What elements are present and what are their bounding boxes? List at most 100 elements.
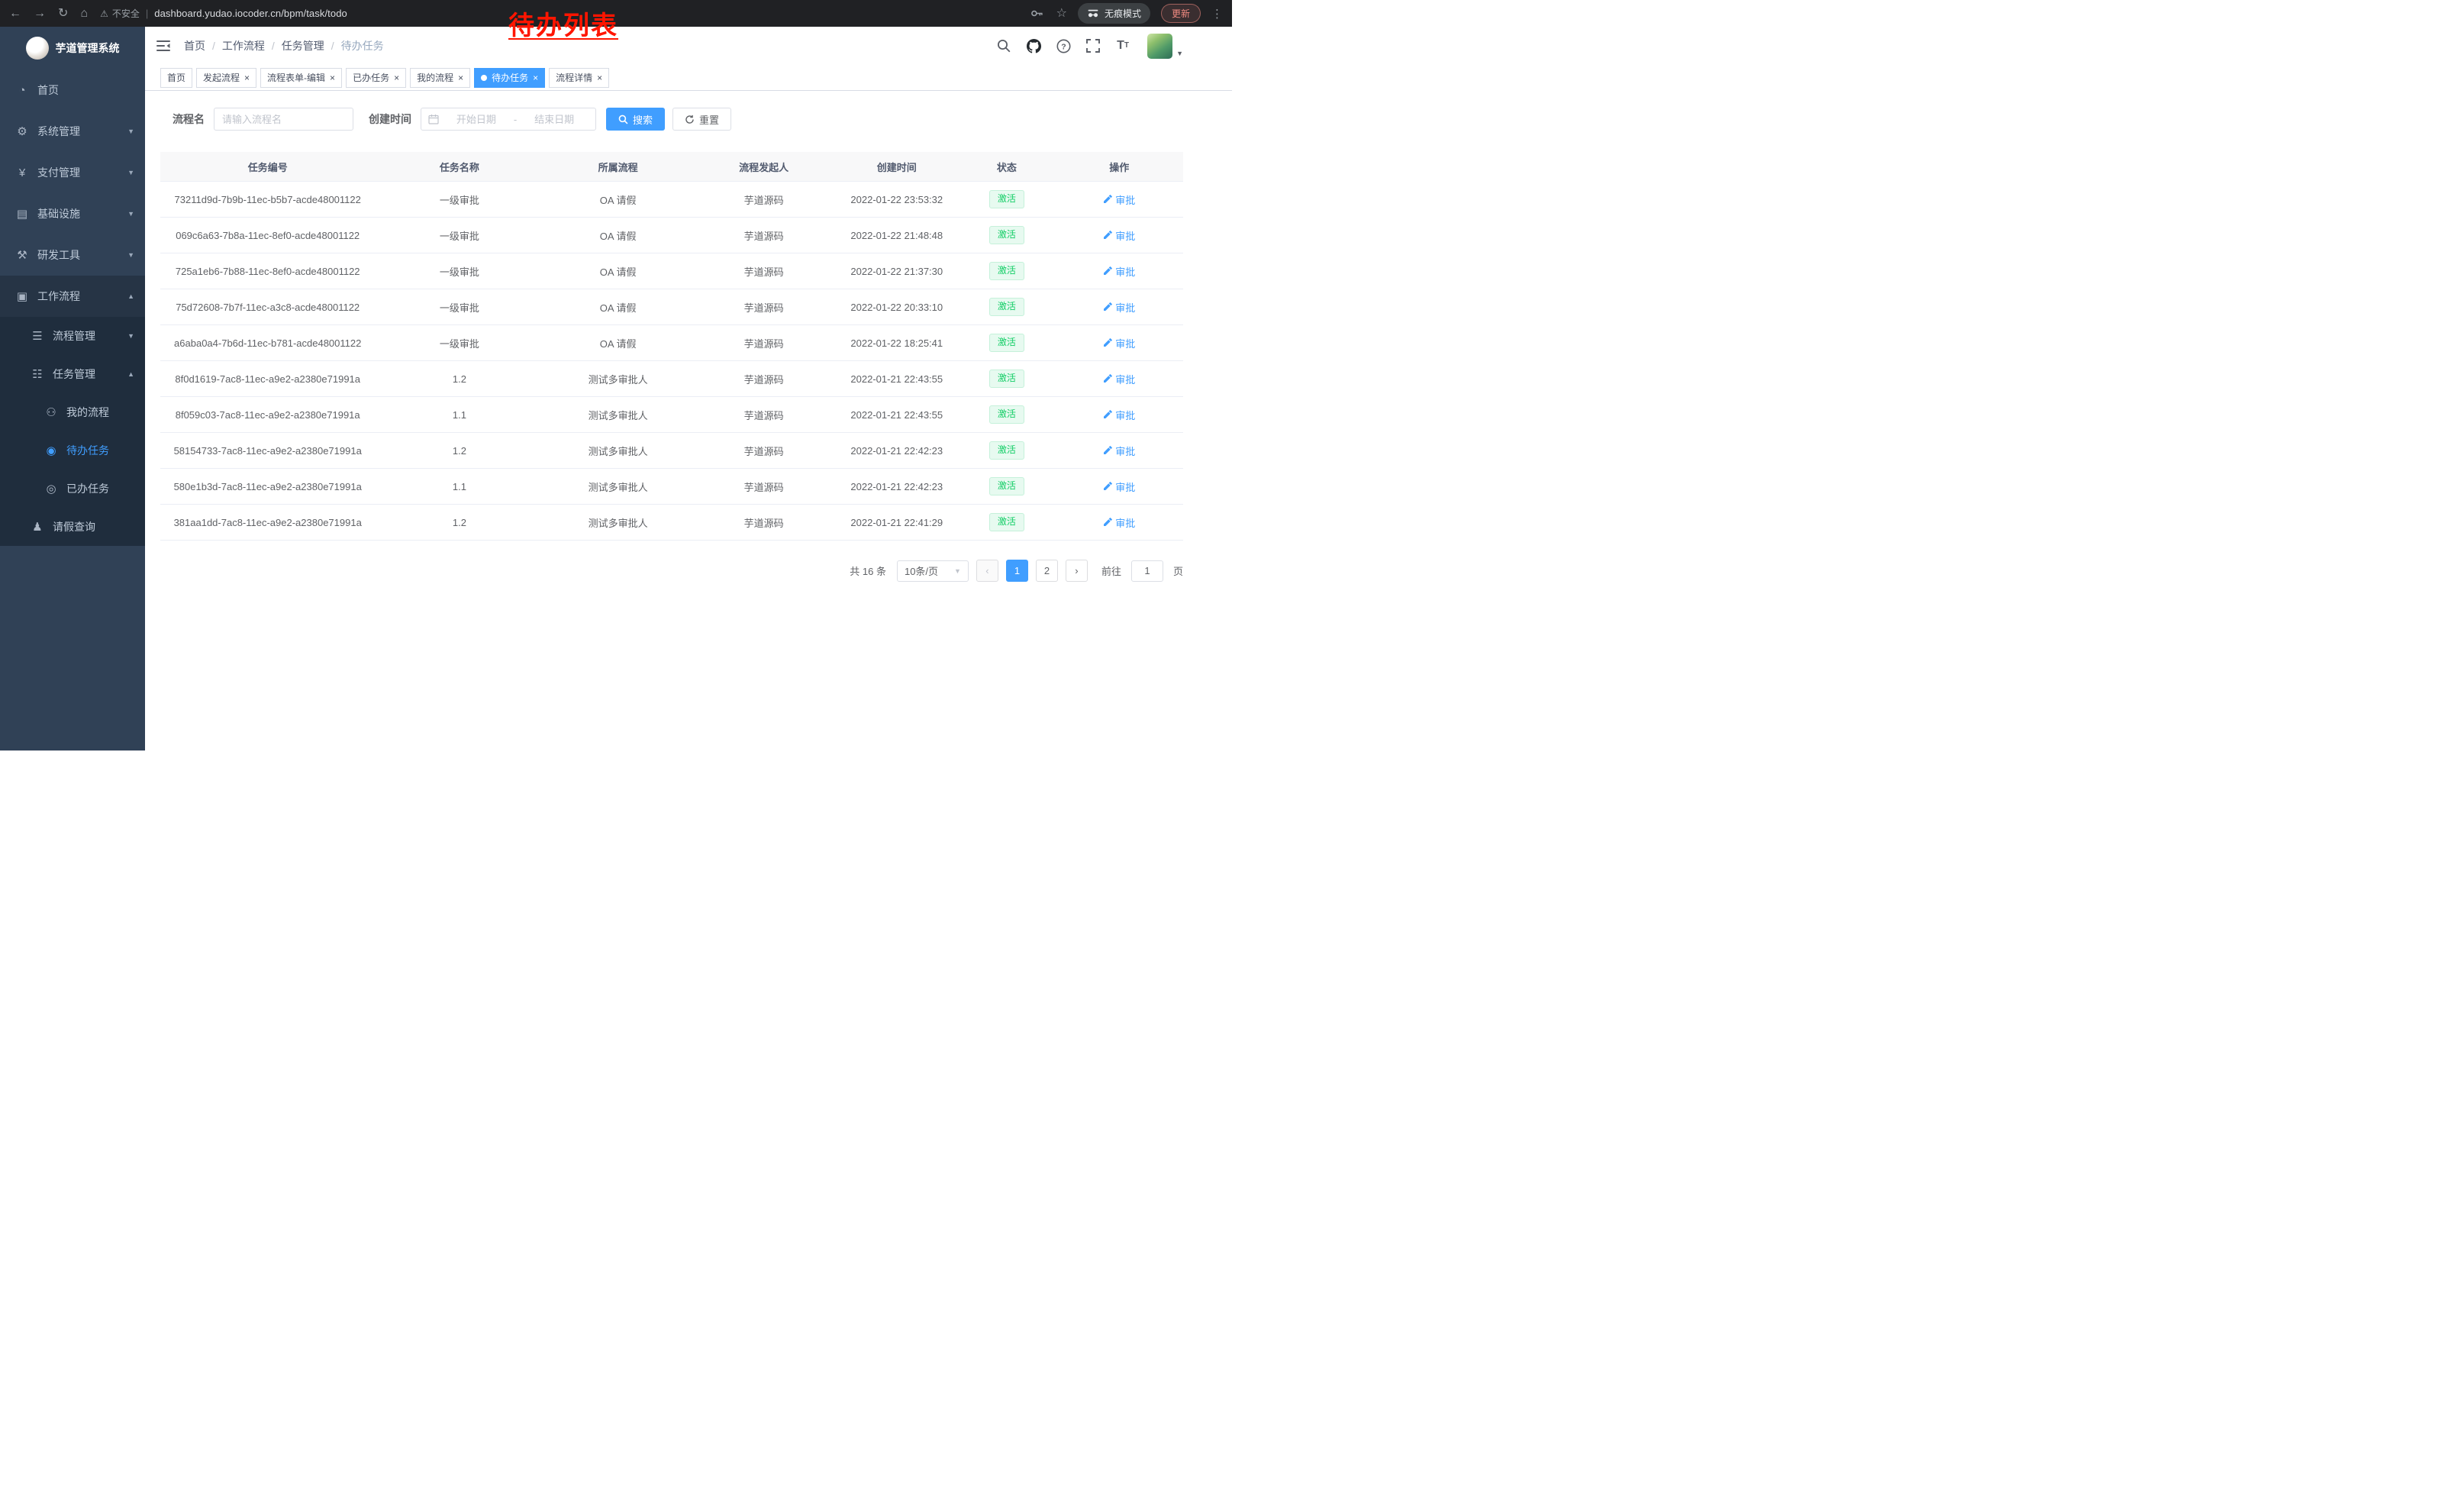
leave-query-icon: ♟ — [31, 520, 44, 534]
address-bar[interactable]: ⚠ 不安全 | dashboard.yudao.iocoder.cn/bpm/t… — [100, 7, 347, 20]
table-row: 381aa1dd-7ac8-11ec-a9e2-a2380e71991a 1.2… — [160, 505, 1183, 541]
search-button[interactable]: 搜索 — [606, 108, 665, 131]
cell-initiator: 芋道源码 — [692, 264, 836, 279]
bookmark-star-icon[interactable]: ☆ — [1056, 8, 1067, 20]
browser-refresh-button[interactable]: ↻ — [58, 8, 68, 20]
browser-home-button[interactable]: ⌂ — [80, 8, 88, 20]
col-initiator: 流程发起人 — [692, 160, 836, 174]
avatar[interactable] — [1147, 34, 1172, 59]
date-range-picker[interactable]: - — [421, 108, 596, 131]
breadcrumb-home[interactable]: 首页 — [184, 38, 205, 53]
page-button-2[interactable]: 2 — [1036, 560, 1058, 582]
goto-page-input[interactable] — [1131, 560, 1163, 582]
sidebar-item-workflow[interactable]: ▣ 工作流程 ▲ — [0, 276, 145, 317]
page-size-select[interactable]: 10条/页 ▼ — [897, 560, 969, 582]
reset-button[interactable]: 重置 — [672, 108, 731, 131]
status-badge: 激活 — [989, 513, 1024, 531]
cell-task-name: 一级审批 — [375, 228, 543, 243]
payment-icon: ¥ — [15, 166, 29, 179]
approve-link[interactable]: 审批 — [1103, 372, 1135, 386]
process-name-label: 流程名 — [173, 111, 205, 127]
chevron-down-icon: ▼ — [127, 251, 134, 259]
tab-start-process[interactable]: 发起流程 × — [196, 68, 256, 88]
approve-link[interactable]: 审批 — [1103, 444, 1135, 458]
approve-link[interactable]: 审批 — [1103, 228, 1135, 243]
approve-link[interactable]: 审批 — [1103, 515, 1135, 530]
approve-link[interactable]: 审批 — [1103, 408, 1135, 422]
user-menu[interactable]: ▼ — [1147, 34, 1183, 59]
app-title: 芋道管理系统 — [56, 40, 120, 56]
app-logo[interactable]: 芋道管理系统 — [0, 27, 145, 69]
close-icon[interactable]: × — [330, 73, 335, 82]
sidebar-item-todo-task[interactable]: ◉ 待办任务 — [0, 431, 145, 470]
font-size-icon[interactable]: TT — [1114, 37, 1131, 54]
cell-initiator: 芋道源码 — [692, 408, 836, 422]
sidebar-item-task-management[interactable]: ☷ 任务管理 ▲ — [0, 355, 145, 393]
tags-view-bar: 首页 发起流程 × 流程表单-编辑 × 已办任务 × 我的流程 × 待办任务 × — [145, 65, 1232, 91]
approve-link[interactable]: 审批 — [1103, 300, 1135, 315]
active-dot-icon — [481, 75, 487, 81]
sidebar-item-leave-query[interactable]: ♟ 请假查询 — [0, 508, 145, 546]
browser-forward-button[interactable]: → — [34, 8, 46, 20]
cell-created-time: 2022-01-22 20:33:10 — [835, 302, 958, 313]
cell-process: OA 请假 — [543, 192, 692, 207]
close-icon[interactable]: × — [458, 73, 463, 82]
sidebar-item-payment-management[interactable]: ¥ 支付管理 ▼ — [0, 152, 145, 193]
search-icon[interactable] — [995, 37, 1012, 54]
caret-down-icon[interactable]: ▼ — [1176, 50, 1183, 59]
cell-process: OA 请假 — [543, 264, 692, 279]
sidebar-item-home[interactable]: ◔ 首页 — [0, 69, 145, 111]
end-date-input[interactable] — [520, 114, 589, 125]
approve-link[interactable]: 审批 — [1103, 336, 1135, 350]
table-row: a6aba0a4-7b6d-11ec-b781-acde48001122 一级审… — [160, 325, 1183, 361]
table-row: 580e1b3d-7ac8-11ec-a9e2-a2380e71991a 1.1… — [160, 469, 1183, 505]
tab-process-form-edit[interactable]: 流程表单-编辑 × — [260, 68, 342, 88]
breadcrumb-workflow[interactable]: 工作流程 — [222, 38, 265, 53]
help-icon[interactable]: ? — [1055, 37, 1072, 54]
col-task-name: 任务名称 — [375, 160, 543, 174]
sidebar-item-system-management[interactable]: ⚙ 系统管理 ▼ — [0, 111, 145, 152]
status-badge: 激活 — [989, 477, 1024, 495]
close-icon[interactable]: × — [597, 73, 602, 82]
start-date-input[interactable] — [442, 114, 511, 125]
close-icon[interactable]: × — [394, 73, 399, 82]
table-body: 73211d9d-7b9b-11ec-b5b7-acde48001122 一级审… — [160, 182, 1183, 541]
process-management-icon: ☰ — [31, 329, 44, 343]
sidebar-item-my-process[interactable]: ⚇ 我的流程 — [0, 393, 145, 431]
close-icon[interactable]: × — [244, 73, 250, 82]
prev-page-button[interactable]: ‹ — [976, 560, 998, 582]
sidebar-collapse-icon[interactable] — [156, 40, 170, 52]
page-button-1[interactable]: 1 — [1006, 560, 1028, 582]
address-divider: | — [146, 8, 148, 19]
workflow-icon: ▣ — [15, 289, 29, 303]
github-icon[interactable] — [1025, 37, 1042, 54]
breadcrumb-task-management[interactable]: 任务管理 — [282, 38, 324, 53]
url-text: dashboard.yudao.iocoder.cn/bpm/task/todo — [154, 8, 347, 19]
browser-back-button[interactable]: ← — [9, 8, 21, 20]
goto-label: 前往 — [1101, 563, 1121, 578]
password-key-icon[interactable] — [1029, 5, 1046, 22]
tab-process-detail[interactable]: 流程详情 × — [549, 68, 609, 88]
approve-link[interactable]: 审批 — [1103, 479, 1135, 494]
tab-done-task[interactable]: 已办任务 × — [346, 68, 406, 88]
approve-link[interactable]: 审批 — [1103, 192, 1135, 207]
cell-task-name: 1.2 — [375, 445, 543, 457]
top-navbar: 首页 / 工作流程 / 任务管理 / 待办任务 ? — [145, 27, 1232, 65]
approve-link[interactable]: 审批 — [1103, 264, 1135, 279]
col-created-time: 创建时间 — [835, 160, 958, 174]
process-name-input[interactable] — [214, 108, 353, 131]
tab-my-process[interactable]: 我的流程 × — [410, 68, 470, 88]
warning-icon: ⚠ — [100, 8, 108, 19]
browser-update-button[interactable]: 更新 — [1161, 4, 1201, 23]
tab-todo-task[interactable]: 待办任务 × — [474, 68, 545, 88]
close-icon[interactable]: × — [533, 73, 538, 82]
search-icon — [618, 115, 628, 124]
browser-menu-icon[interactable]: ⋮ — [1211, 7, 1223, 21]
fullscreen-icon[interactable] — [1085, 37, 1101, 54]
sidebar-item-process-management[interactable]: ☰ 流程管理 ▼ — [0, 317, 145, 355]
sidebar-item-dev-tools[interactable]: ⚒ 研发工具 ▼ — [0, 234, 145, 276]
tab-home[interactable]: 首页 — [160, 68, 192, 88]
sidebar-item-done-task[interactable]: ◎ 已办任务 — [0, 470, 145, 508]
next-page-button[interactable]: › — [1066, 560, 1088, 582]
sidebar-item-infrastructure[interactable]: ▤ 基础设施 ▼ — [0, 193, 145, 234]
